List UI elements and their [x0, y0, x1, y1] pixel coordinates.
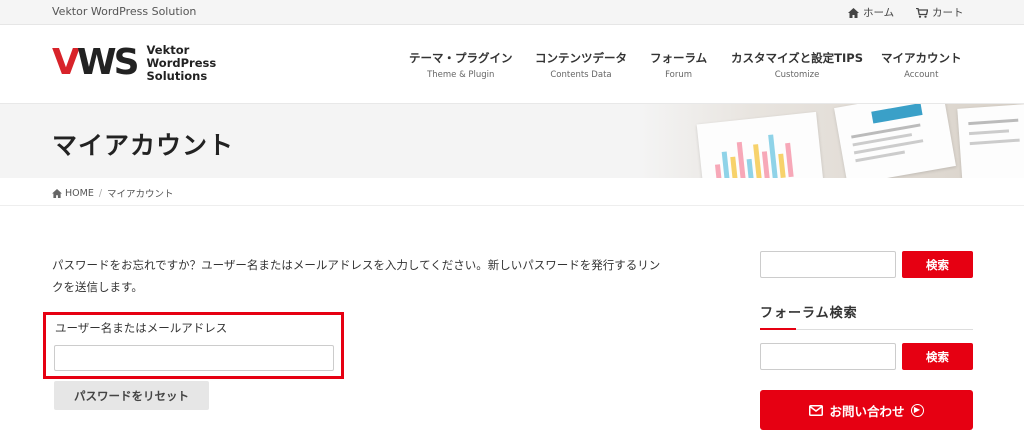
nav-label-en: Account — [904, 70, 939, 80]
lost-password-description: パスワードをお忘れですか？ユーザー名またはメールアドレスを入力してください。新し… — [52, 258, 661, 294]
page-title: マイアカウント — [52, 131, 235, 160]
forum-search-input[interactable] — [760, 343, 896, 370]
header-background-image — [640, 104, 1024, 178]
nav-label-en: Theme & Plugin — [427, 70, 495, 80]
nav-label-en: Contents Data — [550, 70, 612, 80]
site-name: Vektor WordPress Solution — [52, 5, 197, 18]
page-header: マイアカウント — [0, 104, 1024, 178]
breadcrumb: HOME / マイアカウント — [52, 186, 174, 200]
nav-item-account[interactable]: マイアカウント Account — [869, 50, 973, 111]
reset-password-button[interactable]: パスワードをリセット — [54, 381, 209, 410]
nav-item-theme-plugin[interactable]: テーマ・プラグイン Theme & Plugin — [409, 50, 513, 80]
home-icon — [848, 7, 859, 18]
cart-icon — [916, 7, 928, 18]
search-button[interactable]: 検索 — [902, 251, 973, 278]
contact-button-label: お問い合わせ — [829, 403, 905, 419]
nav-label-ja: マイアカウント — [881, 51, 962, 65]
nav-label-en: Forum — [665, 70, 693, 80]
nav-label-ja: フォーラム — [650, 51, 708, 65]
cart-link[interactable]: カート — [916, 5, 964, 20]
username-email-input[interactable] — [54, 345, 334, 371]
nav-item-forum[interactable]: フォーラム Forum — [650, 50, 707, 80]
home-icon — [52, 188, 62, 198]
forum-search-button[interactable]: 検索 — [902, 343, 973, 370]
nav-label-ja: カスタマイズと設定TIPS — [731, 51, 863, 65]
mail-icon — [809, 404, 824, 416]
breadcrumb-current: マイアカウント — [107, 189, 174, 200]
breadcrumb-separator: / — [98, 187, 103, 199]
home-link-label: ホーム — [863, 7, 895, 19]
breadcrumb-home-label: HOME — [65, 187, 94, 199]
logo-mark: VWS — [52, 42, 139, 83]
site-logo[interactable]: VWS Vektor WordPress Solutions — [52, 43, 216, 83]
breadcrumb-home-link[interactable]: HOME — [52, 188, 94, 199]
username-email-label: ユーザー名またはメールアドレス — [55, 321, 228, 335]
logo-wordmark: Vektor WordPress Solutions — [146, 42, 217, 83]
nav-label-ja: コンテンツデータ — [535, 51, 627, 65]
forum-search-heading: フォーラム検索 — [760, 306, 858, 321]
arrow-right-icon: ▶ — [910, 403, 924, 417]
site-header: VWS Vektor WordPress Solutions テーマ・プラグイン… — [0, 25, 1024, 111]
nav-label-ja: テーマ・プラグイン — [409, 51, 513, 65]
top-bar: Vektor WordPress Solution ホーム カート — [0, 0, 1024, 25]
heading-accent — [760, 328, 796, 330]
cart-link-label: カート — [932, 7, 964, 19]
nav-item-customize[interactable]: カスタマイズと設定TIPS Customize — [731, 50, 863, 80]
breadcrumb-divider — [0, 205, 1024, 206]
home-link[interactable]: ホーム — [848, 5, 894, 20]
nav-label-en: Customize — [774, 70, 820, 80]
search-input[interactable] — [760, 251, 896, 278]
contact-button[interactable]: お問い合わせ ▶ — [760, 390, 973, 430]
nav-item-contents-data[interactable]: コンテンツデータ Contents Data — [535, 50, 627, 80]
